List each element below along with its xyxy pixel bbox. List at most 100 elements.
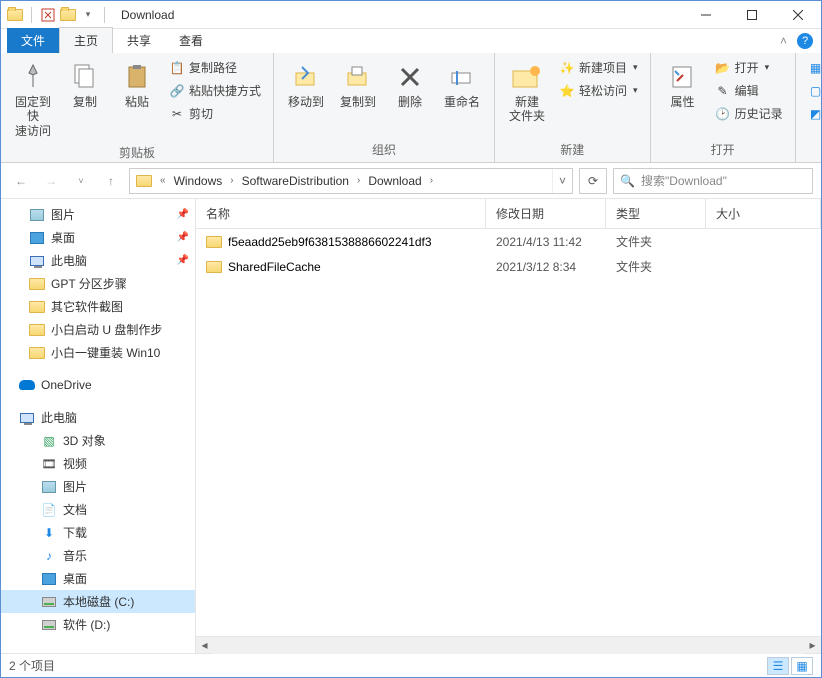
search-input[interactable] [641, 174, 806, 188]
delete-button[interactable]: 删除 [386, 57, 434, 113]
folder-icon [29, 276, 45, 292]
minimize-button[interactable] [683, 1, 729, 29]
tree-documents[interactable]: 📄文档 [1, 498, 195, 521]
edit-button[interactable]: ✎编辑 [711, 80, 787, 101]
cut-button[interactable]: ✂剪切 [165, 103, 265, 124]
breadcrumb-seg[interactable]: Windows [168, 169, 229, 193]
copy-button[interactable]: 复制 [61, 57, 109, 113]
tree-local-disk-d[interactable]: 软件 (D:) [1, 613, 195, 636]
search-box[interactable]: 🔍 [613, 168, 813, 194]
group-clipboard-label: 剪贴板 [9, 142, 265, 163]
folder-icon [29, 345, 45, 361]
col-name[interactable]: 名称 [196, 199, 486, 228]
tree-downloads[interactable]: ⬇下载 [1, 521, 195, 544]
tree-this-pc-quick[interactable]: 此电脑📌 [1, 249, 195, 272]
nav-forward-button[interactable]: → [39, 169, 63, 193]
invert-selection-button[interactable]: ◩反向选择 [804, 103, 822, 124]
rename-button[interactable]: 重命名 [438, 57, 486, 113]
tab-view[interactable]: 查看 [165, 28, 217, 53]
close-button[interactable] [775, 1, 821, 29]
easy-access-button[interactable]: ⭐轻松访问▾ [555, 80, 642, 101]
properties-button[interactable]: 属性 [659, 57, 707, 113]
qat-dropdown-icon[interactable]: ▾ [80, 7, 96, 23]
navigation-pane[interactable]: 图片📌 桌面📌 此电脑📌 GPT 分区步骤 其它软件截图 小白启动 U 盘制作步… [1, 199, 196, 653]
tree-gpt[interactable]: GPT 分区步骤 [1, 272, 195, 295]
tree-xiaobai-usb[interactable]: 小白启动 U 盘制作步 [1, 318, 195, 341]
status-item-count: 2 个项目 [9, 657, 55, 674]
refresh-button[interactable]: ⟳ [579, 168, 607, 194]
window-title: Download [121, 8, 174, 22]
tree-this-pc[interactable]: 此电脑 [1, 406, 195, 429]
newfolder-icon [511, 61, 543, 93]
objects3d-icon: ▧ [41, 433, 57, 449]
select-all-button[interactable]: ▦全部选择 [804, 57, 822, 78]
tree-desktop2[interactable]: 桌面 [1, 567, 195, 590]
moveto-icon [290, 61, 322, 93]
qat-properties-icon[interactable] [40, 7, 56, 23]
select-none-button[interactable]: ▢全部取消 [804, 80, 822, 101]
list-item[interactable]: f5eaadd25eb9f6381538886602241df3 2021/4/… [196, 229, 821, 254]
collapse-ribbon-icon[interactable]: ˄ [780, 34, 787, 48]
view-icons-button[interactable]: ▦ [791, 657, 813, 675]
tree-desktop[interactable]: 桌面📌 [1, 226, 195, 249]
chevron-right-icon[interactable]: › [355, 175, 362, 186]
nav-recent-button[interactable]: ˅ [69, 169, 93, 193]
list-item[interactable]: SharedFileCache 2021/3/12 8:34 文件夹 [196, 254, 821, 279]
tab-file[interactable]: 文件 [7, 28, 59, 53]
nav-up-button[interactable]: ↑ [99, 169, 123, 193]
folder-icon [29, 299, 45, 315]
breadcrumb-seg[interactable]: SoftwareDistribution [236, 169, 355, 193]
paste-shortcut-button[interactable]: 🔗粘贴快捷方式 [165, 80, 265, 101]
scroll-left-button[interactable]: ◂ [196, 637, 213, 654]
pin-quickaccess-button[interactable]: 固定到快 速访问 [9, 57, 57, 142]
maximize-button[interactable] [729, 1, 775, 29]
tree-onedrive[interactable]: OneDrive [1, 374, 195, 396]
view-details-button[interactable]: ☰ [767, 657, 789, 675]
chevron-right-icon[interactable]: « [158, 175, 168, 186]
tree-videos[interactable]: 🎞视频 [1, 452, 195, 475]
col-size[interactable]: 大小 [706, 199, 821, 228]
qat-newfolder-icon[interactable] [60, 7, 76, 23]
chevron-right-icon[interactable]: › [228, 175, 235, 186]
file-list[interactable]: f5eaadd25eb9f6381538886602241df3 2021/4/… [196, 229, 821, 636]
history-button[interactable]: 🕑历史记录 [711, 103, 787, 124]
music-icon: ♪ [41, 548, 57, 564]
tab-home[interactable]: 主页 [59, 27, 113, 53]
path-icon: 📋 [169, 60, 185, 76]
copy-icon [69, 61, 101, 93]
tree-xiaobai-win10[interactable]: 小白一键重装 Win10 [1, 341, 195, 364]
rename-icon [446, 61, 478, 93]
paste-button[interactable]: 粘贴 [113, 57, 161, 113]
tab-share[interactable]: 共享 [113, 28, 165, 53]
breadcrumb-seg[interactable]: Download [362, 169, 427, 193]
horizontal-scrollbar[interactable]: ◂ ▸ [196, 636, 821, 653]
new-folder-button[interactable]: 新建 文件夹 [503, 57, 551, 128]
tree-music[interactable]: ♪音乐 [1, 544, 195, 567]
tree-other[interactable]: 其它软件截图 [1, 295, 195, 318]
move-to-button[interactable]: 移动到 [282, 57, 330, 113]
group-new-label: 新建 [503, 139, 642, 160]
help-icon[interactable]: ? [797, 33, 813, 49]
open-button[interactable]: 📂打开▾ [711, 57, 787, 78]
copy-path-button[interactable]: 📋复制路径 [165, 57, 265, 78]
address-dropdown-button[interactable]: ˅ [552, 169, 572, 193]
tree-local-disk-c[interactable]: 本地磁盘 (C:) [1, 590, 195, 613]
pin-icon: 📌 [177, 255, 189, 266]
scroll-right-button[interactable]: ▸ [804, 637, 821, 654]
address-bar[interactable]: « Windows › SoftwareDistribution › Downl… [129, 168, 573, 194]
chevron-right-icon[interactable]: › [428, 175, 435, 186]
col-type[interactable]: 类型 [606, 199, 706, 228]
tree-3d[interactable]: ▧3D 对象 [1, 429, 195, 452]
tree-pictures2[interactable]: 图片 [1, 475, 195, 498]
desktop-icon [41, 571, 57, 587]
folder-icon [206, 261, 222, 273]
addr-root-icon[interactable] [130, 169, 158, 193]
new-item-button[interactable]: ✨新建项目▾ [555, 57, 642, 78]
properties-icon [667, 61, 699, 93]
tree-pictures[interactable]: 图片📌 [1, 203, 195, 226]
copy-to-button[interactable]: 复制到 [334, 57, 382, 113]
col-date[interactable]: 修改日期 [486, 199, 606, 228]
group-select-label: 选择 [804, 139, 822, 160]
nav-back-button[interactable]: ← [9, 169, 33, 193]
column-headers[interactable]: 名称 修改日期 类型 大小 [196, 199, 821, 229]
